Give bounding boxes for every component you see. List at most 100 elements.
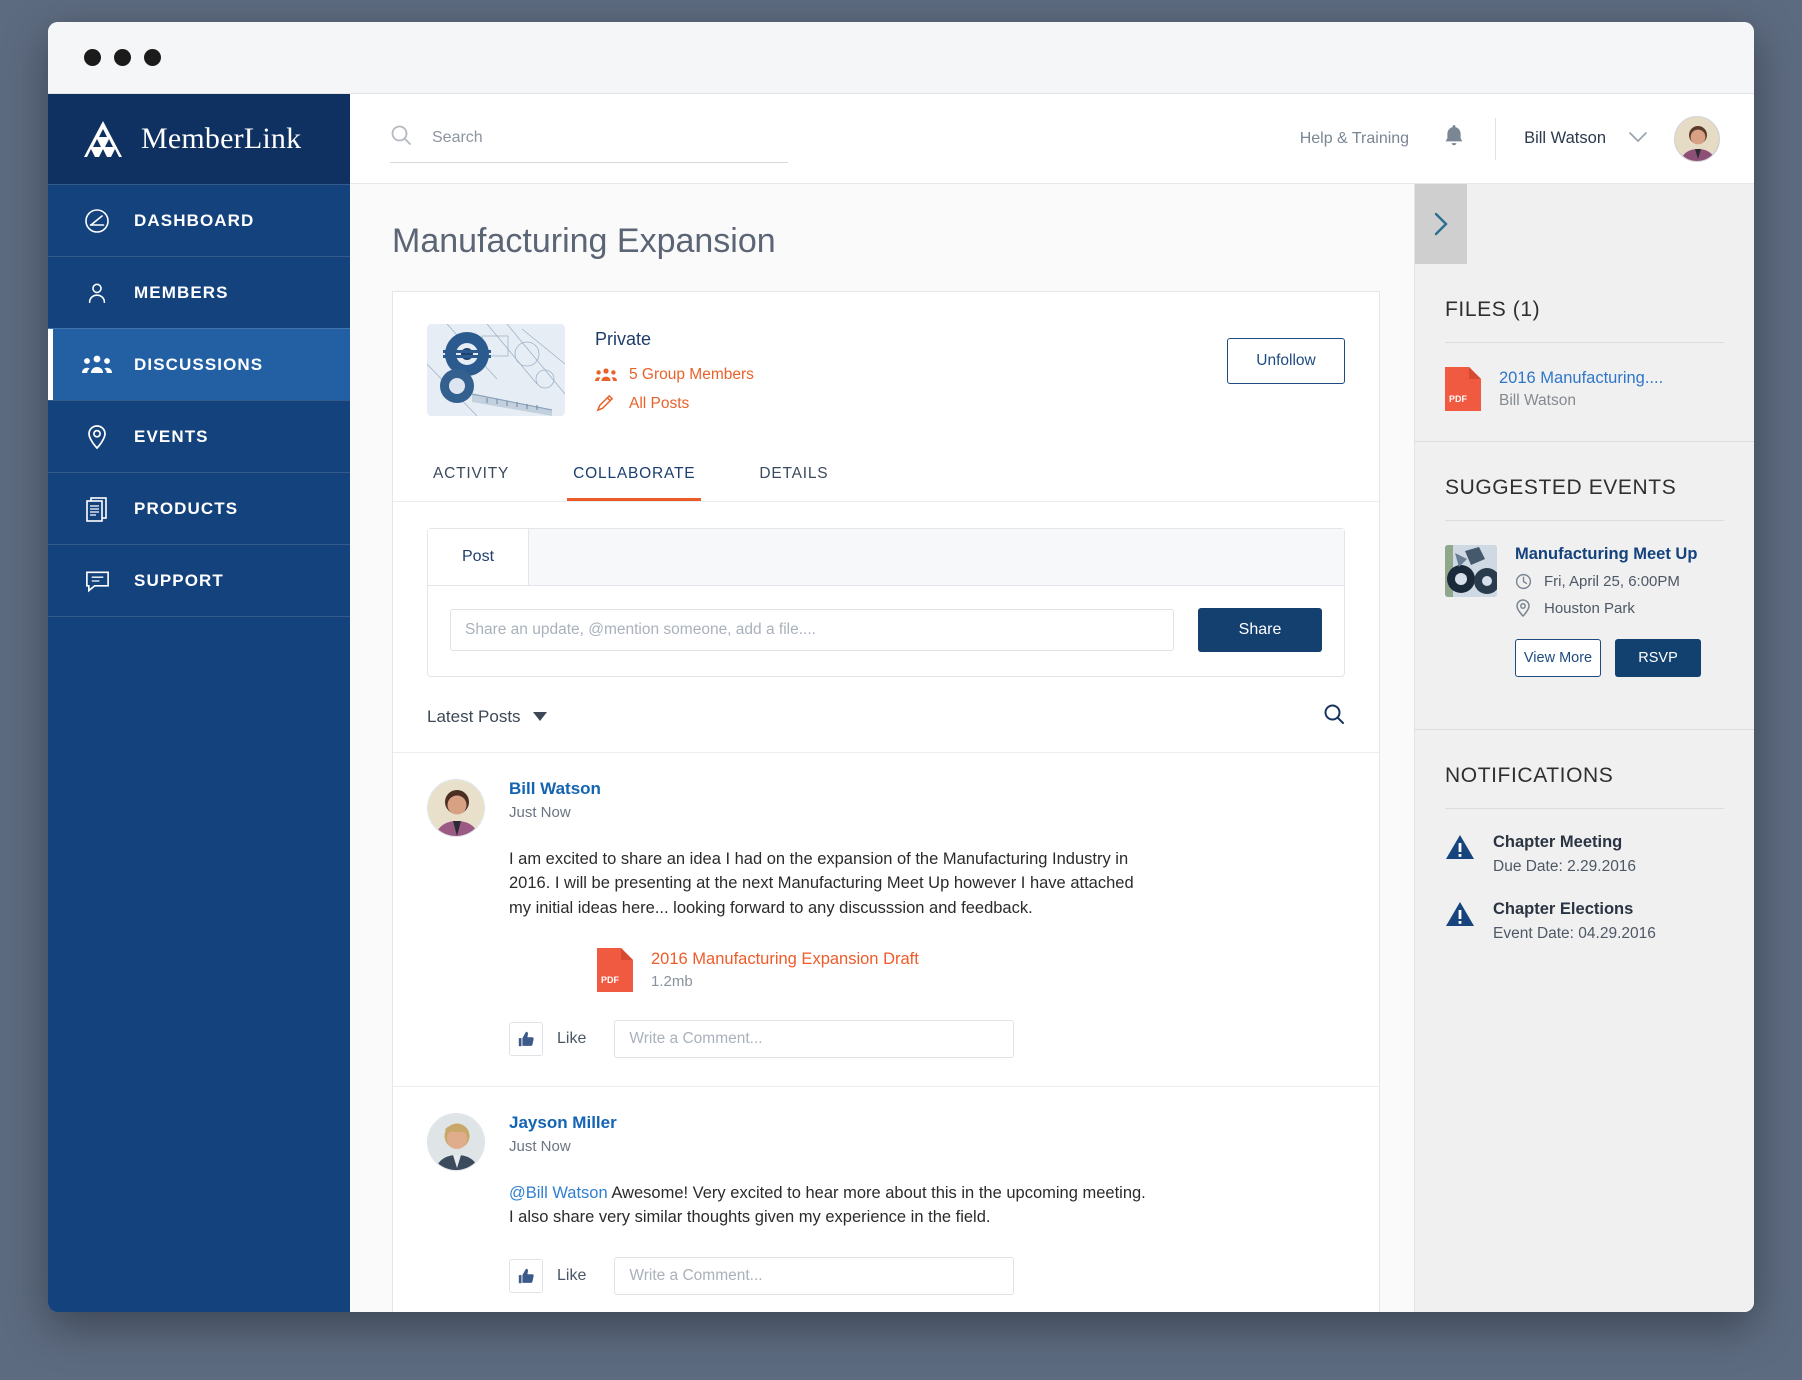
feed-sort-label[interactable]: Latest Posts (427, 707, 521, 727)
suggested-events-title: SUGGESTED EVENTS (1445, 476, 1677, 499)
notification-meta: Chapter Elections Event Date: 04.29.2016 (1493, 900, 1656, 943)
view-more-button[interactable]: View More (1515, 639, 1601, 677)
post-author[interactable]: Jayson Miller (509, 1113, 1345, 1133)
group-privacy-label: Private (595, 329, 652, 349)
notification-item[interactable]: Chapter Elections Event Date: 04.29.2016 (1445, 876, 1724, 943)
file-name[interactable]: 2016 Manufacturing.... (1499, 369, 1663, 387)
rsvp-button[interactable]: RSVP (1615, 639, 1701, 677)
current-user-name: Bill Watson (1524, 129, 1606, 147)
search-input[interactable] (432, 128, 788, 147)
group-header: Private 5 Group Members All Posts Unfoll… (393, 292, 1379, 449)
like-button[interactable] (509, 1021, 543, 1056)
dashboard-gauge-icon (82, 206, 112, 236)
event-info: Manufacturing Meet Up Fri, April 25, 6:0… (1515, 545, 1724, 617)
files-title: FILES (1) (1445, 298, 1541, 321)
map-pin-icon (82, 422, 112, 452)
post-author[interactable]: Bill Watson (509, 779, 1345, 799)
post-body: I am excited to share an idea I had on t… (509, 850, 1134, 917)
post-composer: Post Share (427, 528, 1345, 677)
chevron-down-icon[interactable] (1628, 130, 1648, 148)
clock-icon (1515, 573, 1533, 590)
pdf-file-icon: PDF (597, 947, 633, 992)
brand-name: MemberLink (141, 122, 302, 155)
sidebar-item-label: DASHBOARD (134, 210, 255, 230)
group-people-icon (595, 367, 617, 383)
pdf-file-icon: PDF (1445, 367, 1481, 411)
tab-activity[interactable]: ACTIVITY (427, 449, 515, 501)
sidebar-item-label: EVENTS (134, 426, 209, 446)
comment-input[interactable] (614, 1019, 1015, 1058)
sidebar-item-label: PRODUCTS (134, 498, 239, 518)
post-mention[interactable]: @Bill Watson (509, 1184, 608, 1202)
group-members-row[interactable]: 5 Group Members (595, 366, 1227, 384)
share-button[interactable]: Share (1198, 608, 1322, 652)
like-button[interactable] (509, 1259, 543, 1294)
post-body: @Bill Watson Awesome! Very excited to he… (509, 1181, 1149, 1230)
chevron-down-icon[interactable] (532, 708, 547, 726)
composer-tab-post[interactable]: Post (428, 529, 530, 585)
post-main: Jayson Miller Just Now @Bill Watson Awes… (509, 1113, 1345, 1312)
help-and-training-link[interactable]: Help & Training (1300, 130, 1409, 148)
sidebar-item-discussions[interactable]: DISCUSSIONS (48, 328, 350, 400)
post-main: Bill Watson Just Now I am excited to sha… (509, 779, 1345, 1086)
topbar-divider (1495, 117, 1497, 160)
map-pin-icon (1515, 599, 1533, 617)
tab-details[interactable]: DETAILS (753, 449, 834, 501)
brand-header[interactable]: MemberLink (48, 94, 350, 184)
avatar[interactable] (427, 779, 485, 837)
browser-window: MemberLink DASHBOARD MEMBERS DISCUSSIONS… (48, 22, 1754, 1312)
avatar[interactable] (1674, 115, 1720, 162)
pencil-icon (595, 394, 617, 413)
notification-title: Chapter Meeting (1493, 833, 1623, 851)
file-list-item[interactable]: PDF 2016 Manufacturing.... Bill Watson (1445, 343, 1724, 441)
event-name[interactable]: Manufacturing Meet Up (1515, 545, 1697, 563)
event-thumbnail-image (1445, 545, 1497, 597)
post-item: Jayson Miller Just Now @Bill Watson Awes… (393, 1085, 1379, 1312)
post-item: Bill Watson Just Now I am excited to sha… (393, 752, 1379, 1086)
sidebar-item-products[interactable]: PRODUCTS (48, 472, 350, 544)
notification-sub: Due Date: 2.29.2016 (1493, 858, 1637, 875)
person-icon (82, 278, 112, 308)
panel-collapse-button[interactable] (1415, 184, 1467, 264)
attachment-meta: 2016 Manufacturing Expansion Draft 1.2mb (651, 950, 919, 990)
svg-text:PDF: PDF (1449, 394, 1468, 404)
group-allposts-row[interactable]: All Posts (595, 394, 1227, 413)
sidebar-item-events[interactable]: EVENTS (48, 400, 350, 472)
group-members-count[interactable]: 5 Group Members (629, 366, 754, 384)
feed-search-icon[interactable] (1323, 703, 1345, 730)
notification-item[interactable]: Chapter Meeting Due Date: 2.29.2016 (1445, 809, 1724, 876)
event-location-row: Houston Park (1515, 599, 1724, 617)
comment-input[interactable] (614, 1257, 1015, 1296)
unfollow-button[interactable]: Unfollow (1227, 338, 1345, 384)
notifications-section: NOTIFICATIONS Chapter Meeting Due Date: … (1415, 730, 1754, 943)
attachment-name[interactable]: 2016 Manufacturing Expansion Draft (651, 950, 919, 968)
post-actions: Like (509, 1257, 1345, 1296)
post-actions: Like (509, 1019, 1345, 1058)
window-titlebar (48, 22, 1754, 94)
documents-icon (82, 494, 112, 524)
global-search[interactable] (390, 124, 788, 163)
composer-wrap: Post Share (393, 502, 1379, 677)
content-column: Manufacturing Expansion Private 5 Group … (350, 184, 1414, 1312)
sidebar-item-label: MEMBERS (134, 282, 229, 302)
post-attachment[interactable]: PDF 2016 Manufacturing Expansion Draft 1… (597, 947, 1345, 992)
group-thumbnail-image (427, 324, 565, 416)
window-dot-close[interactable] (84, 49, 101, 66)
notification-sub: Event Date: 04.29.2016 (1493, 925, 1656, 942)
notification-bell-icon[interactable] (1443, 124, 1465, 153)
post-input[interactable] (450, 609, 1174, 651)
window-dot-minimize[interactable] (114, 49, 131, 66)
file-owner: Bill Watson (1499, 391, 1576, 409)
group-all-posts-link[interactable]: All Posts (629, 395, 689, 413)
main-area: Help & Training Bill Watson (350, 94, 1754, 1312)
like-label: Like (557, 1267, 587, 1285)
avatar[interactable] (427, 1112, 485, 1171)
post-timestamp: Just Now (509, 804, 571, 821)
window-dot-maximize[interactable] (144, 49, 161, 66)
sidebar-item-members[interactable]: MEMBERS (48, 256, 350, 328)
sidebar-item-dashboard[interactable]: DASHBOARD (48, 184, 350, 256)
sidebar-item-support[interactable]: SUPPORT (48, 544, 350, 616)
right-panel: FILES (1) PDF 2016 Manufacturing.... Bil… (1414, 184, 1754, 1312)
tab-collaborate[interactable]: COLLABORATE (567, 449, 702, 501)
group-meta: Private 5 Group Members All Posts (595, 324, 1227, 423)
